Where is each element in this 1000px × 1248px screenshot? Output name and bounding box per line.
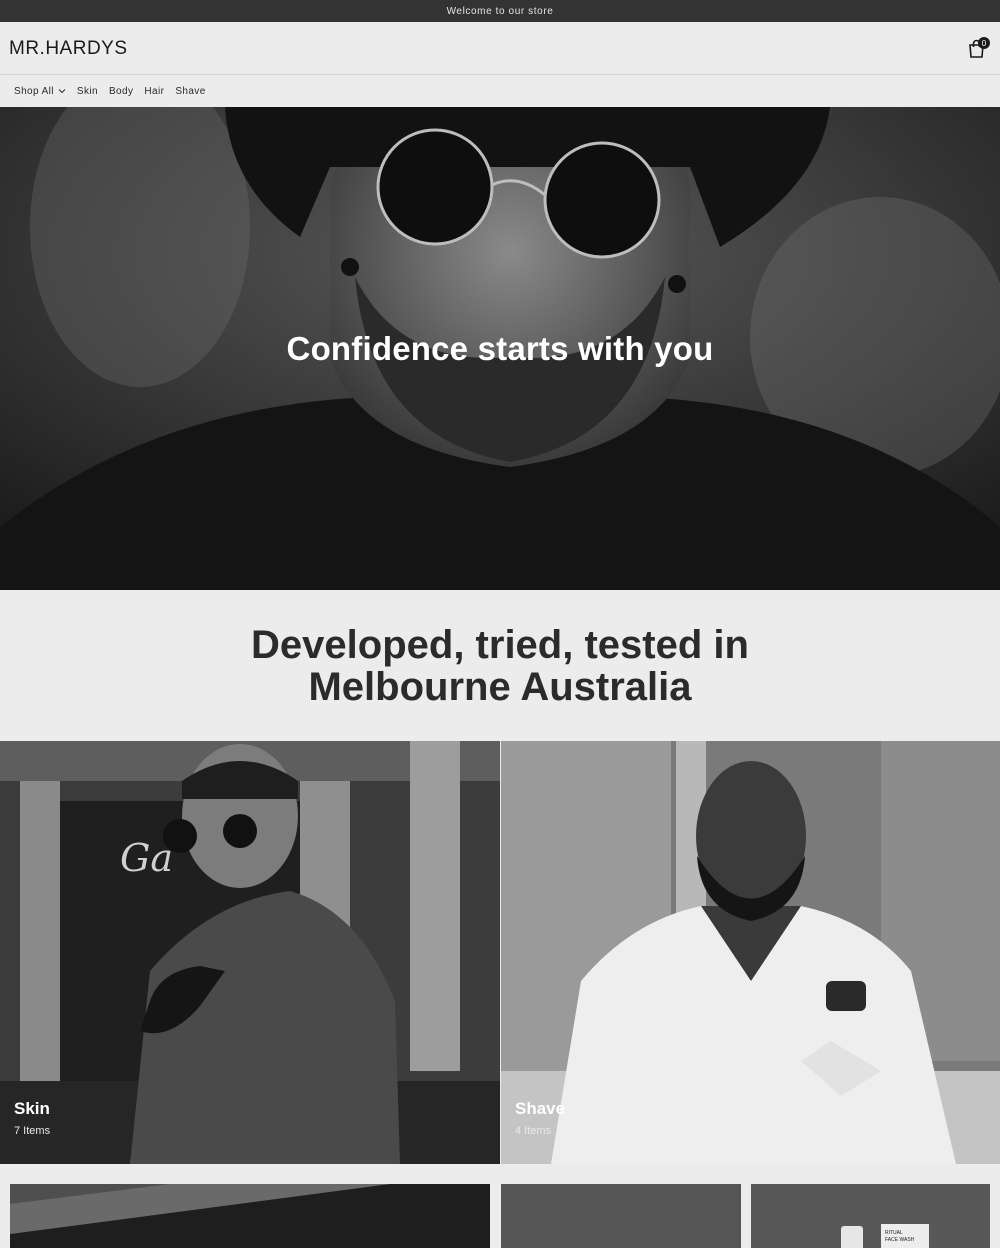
nav-item-skin[interactable]: Skin <box>77 86 98 97</box>
hero-title: Confidence starts with you <box>286 330 714 367</box>
product-card[interactable] <box>501 1184 741 1248</box>
product-image <box>501 1184 741 1248</box>
site-header: MR.HARDYS 0 <box>0 22 1000 75</box>
collection-count: 7 Items <box>14 1125 51 1137</box>
nav-item-body[interactable]: Body <box>109 86 133 97</box>
product-teaser-row: RITUAL FACE WASH <box>0 1164 1000 1248</box>
nav-item-shop-all[interactable]: Shop All <box>14 86 66 97</box>
nav-item-label: Skin <box>76 85 98 97</box>
collection-image <box>501 741 1000 1164</box>
collection-card-shave[interactable]: Shave 4 Items <box>501 741 1000 1164</box>
store-logo[interactable]: MR.HARDYS <box>9 38 128 60</box>
tagline-section: Developed, tried, tested in Melbourne Au… <box>0 590 1000 741</box>
main-nav: Shop All Skin Body Hair Shave <box>0 75 1000 107</box>
cart-count-badge: 0 <box>978 37 990 49</box>
nav-item-label: Hair <box>144 85 165 97</box>
nav-item-hair[interactable]: Hair <box>144 86 164 97</box>
product-image: RITUAL FACE WASH <box>751 1184 990 1248</box>
nav-item-label: Shave <box>175 85 206 97</box>
product-label-line: FACE WASH <box>885 1237 915 1243</box>
collection-card-skin[interactable]: Ga Skin 7 Items <box>0 741 500 1164</box>
product-label-line: RITUAL <box>885 1230 903 1236</box>
collection-count: 4 Items <box>515 1125 552 1137</box>
product-image <box>10 1184 490 1248</box>
nav-item-label: Shop All <box>14 85 54 97</box>
chevron-down-icon <box>58 89 66 94</box>
product-card[interactable]: RITUAL FACE WASH <box>751 1184 990 1248</box>
tagline-heading: Developed, tried, tested in Melbourne Au… <box>251 622 749 709</box>
hero-banner[interactable]: Confidence starts with you <box>0 107 1000 590</box>
nav-item-shave[interactable]: Shave <box>175 86 205 97</box>
collection-image: Ga <box>0 741 500 1164</box>
nav-item-label: Body <box>108 85 134 97</box>
announcement-text: Welcome to our store <box>446 5 554 17</box>
collection-title: Shave <box>515 1099 566 1118</box>
announcement-bar: Welcome to our store <box>0 0 1000 22</box>
collection-title: Skin <box>14 1099 50 1118</box>
product-card[interactable] <box>10 1184 490 1248</box>
